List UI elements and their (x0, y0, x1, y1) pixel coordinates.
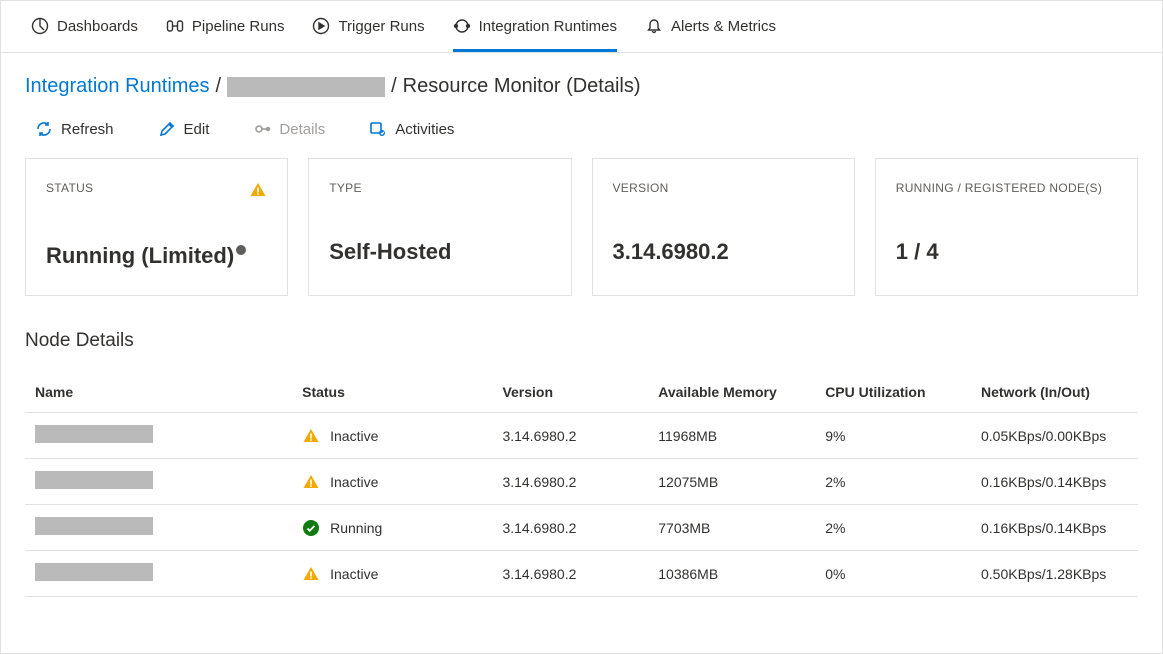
section-heading: Node Details (1, 330, 1162, 372)
edit-button[interactable]: Edit (158, 120, 210, 138)
bell-icon (645, 17, 663, 35)
warning-icon (302, 473, 320, 491)
tab-label: Integration Runtimes (479, 18, 617, 35)
tab-label: Alerts & Metrics (671, 18, 776, 35)
refresh-button[interactable]: Refresh (35, 120, 114, 138)
card-label: RUNNING / REGISTERED NODE(S) (896, 181, 1102, 195)
node-status: Inactive (330, 566, 378, 582)
tab-label: Trigger Runs (338, 18, 424, 35)
warning-icon (249, 181, 267, 199)
top-tabs: Dashboards Pipeline Runs Trigger Runs In… (1, 1, 1162, 53)
node-network: 0.05KBps/0.00KBps (971, 413, 1138, 459)
tab-pipeline-runs[interactable]: Pipeline Runs (166, 1, 285, 52)
card-label: TYPE (329, 181, 362, 195)
breadcrumb-sep: / (391, 75, 397, 98)
tab-dashboards[interactable]: Dashboards (31, 1, 138, 52)
node-cpu: 0% (815, 551, 971, 597)
check-icon (302, 519, 320, 537)
toolbar: Refresh Edit Details Activities (1, 112, 1162, 158)
card-value: 1 / 4 (896, 239, 1117, 265)
node-memory: 7703MB (648, 505, 815, 551)
breadcrumb-root[interactable]: Integration Runtimes (25, 75, 210, 98)
pencil-icon (158, 120, 176, 138)
card-value: Self-Hosted (329, 239, 550, 265)
node-memory: 12075MB (648, 459, 815, 505)
node-network: 0.50KBps/1.28KBps (971, 551, 1138, 597)
th-memory[interactable]: Available Memory (648, 372, 815, 413)
details-icon (253, 120, 271, 138)
breadcrumb-sep: / (216, 75, 222, 98)
tab-trigger-runs[interactable]: Trigger Runs (312, 1, 424, 52)
th-status[interactable]: Status (292, 372, 492, 413)
node-cpu: 9% (815, 413, 971, 459)
table-row[interactable]: Running 3.14.6980.27703MB2%0.16KBps/0.14K… (25, 505, 1138, 551)
node-status: Inactive (330, 428, 378, 444)
node-name-redacted (35, 517, 153, 535)
info-icon[interactable] (236, 245, 246, 255)
tool-label: Details (279, 121, 325, 138)
activities-icon (369, 120, 387, 138)
warning-icon (302, 427, 320, 445)
node-cpu: 2% (815, 459, 971, 505)
trigger-icon (312, 17, 330, 35)
version-card: VERSION 3.14.6980.2 (592, 158, 855, 296)
card-value: 3.14.6980.2 (613, 239, 834, 265)
tab-label: Dashboards (57, 18, 138, 35)
card-value: Running (Limited) (46, 243, 234, 268)
table-row[interactable]: Inactive 3.14.6980.210386MB0%0.50KBps/1.2… (25, 551, 1138, 597)
th-network[interactable]: Network (In/Out) (971, 372, 1138, 413)
nodes-card: RUNNING / REGISTERED NODE(S) 1 / 4 (875, 158, 1138, 296)
activities-button[interactable]: Activities (369, 120, 454, 138)
tab-alerts-metrics[interactable]: Alerts & Metrics (645, 1, 776, 52)
warning-icon (302, 565, 320, 583)
refresh-icon (35, 120, 53, 138)
tool-label: Activities (395, 121, 454, 138)
summary-cards: STATUS Running (Limited) TYPE Self-Hoste… (1, 158, 1162, 296)
node-version: 3.14.6980.2 (492, 505, 648, 551)
type-card: TYPE Self-Hosted (308, 158, 571, 296)
node-version: 3.14.6980.2 (492, 459, 648, 505)
node-version: 3.14.6980.2 (492, 413, 648, 459)
table-row[interactable]: Inactive 3.14.6980.212075MB2%0.16KBps/0.1… (25, 459, 1138, 505)
node-name-redacted (35, 471, 153, 489)
card-label: VERSION (613, 181, 669, 195)
th-cpu[interactable]: CPU Utilization (815, 372, 971, 413)
node-cpu: 2% (815, 505, 971, 551)
node-name-redacted (35, 425, 153, 443)
tab-integration-runtimes[interactable]: Integration Runtimes (453, 1, 617, 52)
node-status: Running (330, 520, 382, 536)
th-name[interactable]: Name (25, 372, 292, 413)
dashboard-icon (31, 17, 49, 35)
status-card: STATUS Running (Limited) (25, 158, 288, 296)
table-row[interactable]: Inactive 3.14.6980.211968MB9%0.05KBps/0.0… (25, 413, 1138, 459)
breadcrumb-leaf: Resource Monitor (Details) (403, 75, 641, 98)
node-memory: 10386MB (648, 551, 815, 597)
runtime-icon (453, 17, 471, 35)
tool-label: Edit (184, 121, 210, 138)
breadcrumb-redacted (227, 77, 385, 97)
node-details-table: Name Status Version Available Memory CPU… (25, 372, 1138, 597)
tool-label: Refresh (61, 121, 114, 138)
node-name-redacted (35, 563, 153, 581)
node-status: Inactive (330, 474, 378, 490)
card-label: STATUS (46, 181, 93, 195)
node-network: 0.16KBps/0.14KBps (971, 459, 1138, 505)
details-button: Details (253, 120, 325, 138)
breadcrumb: Integration Runtimes / / Resource Monito… (1, 53, 1162, 112)
pipeline-icon (166, 17, 184, 35)
th-version[interactable]: Version (492, 372, 648, 413)
node-network: 0.16KBps/0.14KBps (971, 505, 1138, 551)
tab-label: Pipeline Runs (192, 18, 285, 35)
node-version: 3.14.6980.2 (492, 551, 648, 597)
node-memory: 11968MB (648, 413, 815, 459)
